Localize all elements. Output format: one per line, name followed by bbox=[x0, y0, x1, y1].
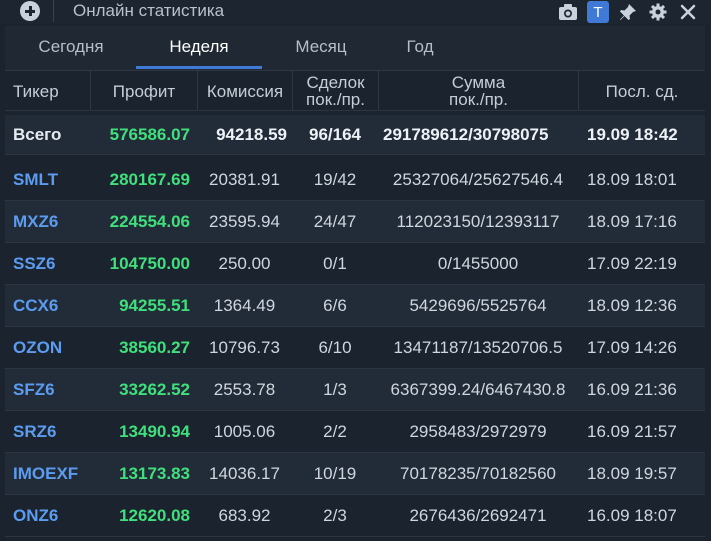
table-row[interactable]: SSZ6 104750.00 250.00 0/1 0/1455000 17.09 22:… bbox=[5, 243, 705, 285]
last-deal-cell: 16.09 21:36 bbox=[587, 380, 677, 399]
header-deals[interactable]: Сделок пок./пр. bbox=[292, 71, 378, 111]
deals-cell: 2/2 bbox=[323, 422, 347, 441]
profit-cell: 576586.07 bbox=[109, 125, 190, 144]
profit-cell: 12620.08 bbox=[119, 506, 190, 525]
profit-cell: 13490.94 bbox=[119, 422, 190, 441]
settings-icon[interactable] bbox=[643, 1, 673, 23]
window-title: Онлайн статистика bbox=[73, 1, 225, 20]
sum-cell: 112023150/12393117 bbox=[396, 212, 560, 231]
t-badge-button[interactable]: T bbox=[587, 1, 609, 23]
ticker-cell: Всего bbox=[13, 125, 62, 144]
sum-cell: 2958483/2972979 bbox=[409, 422, 547, 441]
deals-cell: 10/19 bbox=[313, 464, 357, 483]
pin-icon[interactable] bbox=[613, 1, 643, 23]
last-deal-cell: 17.09 22:19 bbox=[587, 254, 677, 273]
period-tabs: Сегодня Неделя Месяц Год bbox=[5, 26, 705, 71]
deals-cell: 2/3 bbox=[323, 506, 347, 525]
profit-cell: 33262.52 bbox=[119, 380, 190, 399]
ticker-cell: SRZ6 bbox=[13, 422, 57, 441]
header-sum-line2: пок./пр. bbox=[449, 90, 508, 109]
close-icon[interactable] bbox=[673, 1, 703, 23]
header-sum-line1: Сумма bbox=[451, 73, 506, 92]
header-sum[interactable]: Сумма пок./пр. bbox=[378, 71, 578, 111]
last-deal-cell: 18.09 12:36 bbox=[587, 296, 677, 315]
commission-cell: 250.00 bbox=[218, 254, 271, 273]
deals-cell: 6/10 bbox=[318, 338, 352, 357]
stats-table: Тикер Профит Комиссия Сделок пок./пр. Су… bbox=[5, 71, 705, 541]
ticker-cell: MXZ6 bbox=[13, 212, 59, 231]
header-commission[interactable]: Комиссия bbox=[197, 71, 292, 111]
add-icon[interactable] bbox=[20, 1, 40, 21]
deals-cell: 96/164 bbox=[309, 125, 361, 144]
title-bar: Онлайн статистика T bbox=[0, 0, 711, 24]
ticker-cell: SFZ6 bbox=[13, 380, 55, 399]
deals-cell: 0/1 bbox=[323, 254, 347, 273]
profit-cell: 224554.06 bbox=[109, 212, 190, 231]
deals-cell: 19/42 bbox=[313, 170, 357, 189]
tab-month[interactable]: Месяц bbox=[271, 26, 371, 68]
ticker-cell: IMOEXF bbox=[13, 464, 79, 483]
title-divider bbox=[53, 0, 54, 22]
header-deals-line1: Сделок bbox=[306, 73, 365, 92]
stats-window: Онлайн статистика T Сегодня Неделя Месяц… bbox=[0, 0, 711, 541]
commission-cell: 1364.49 bbox=[213, 296, 276, 315]
header-deals-line2: пок./пр. bbox=[306, 90, 365, 109]
table-row[interactable]: SFZ6 33262.52 2553.78 1/3 6367399.24/6467430… bbox=[5, 369, 705, 411]
sum-cell: 5429696/5525764 bbox=[409, 296, 547, 315]
last-deal-cell: 16.09 21:57 bbox=[587, 422, 677, 441]
profit-cell: 280167.69 bbox=[109, 170, 190, 189]
commission-cell: 20381.91 bbox=[209, 170, 280, 189]
ticker-cell: SSZ6 bbox=[13, 254, 56, 273]
commission-cell: 23595.94 bbox=[209, 212, 280, 231]
last-deal-cell: 18.09 18:01 bbox=[587, 170, 677, 189]
deals-cell: 24/47 bbox=[313, 212, 357, 231]
profit-cell: 94255.51 bbox=[119, 296, 190, 315]
sum-cell: 6367399.24/6467430.8 bbox=[390, 380, 566, 399]
sum-cell: 291789612/30798075 bbox=[383, 125, 549, 144]
table-row[interactable]: IMOEXF 13173.83 14036.17 10/19 70178235/7018… bbox=[5, 453, 705, 495]
table-header: Тикер Профит Комиссия Сделок пок./пр. Су… bbox=[5, 71, 705, 111]
header-ticker[interactable]: Тикер bbox=[5, 71, 90, 111]
camera-icon[interactable] bbox=[553, 1, 583, 23]
sum-cell: 0/1455000 bbox=[437, 254, 519, 273]
profit-cell: 13173.83 bbox=[119, 464, 190, 483]
last-deal-cell: 17.09 14:26 bbox=[587, 338, 677, 357]
table-row[interactable]: SRZ6 13490.94 1005.06 2/2 2958483/2972979 16.… bbox=[5, 411, 705, 453]
ticker-cell: CCX6 bbox=[13, 296, 59, 315]
table-row-total[interactable]: Всего 576586.07 94218.59 96/164 29178961… bbox=[5, 115, 705, 155]
table-row[interactable]: SMLT 280167.69 20381.91 19/42 25327064/25627… bbox=[5, 159, 705, 201]
table-row[interactable]: ONZ6 12620.08 683.92 2/3 2676436/2692471 16.0… bbox=[5, 495, 705, 537]
ticker-cell: ONZ6 bbox=[13, 506, 59, 525]
last-deal-cell: 18.09 17:16 bbox=[587, 212, 677, 231]
last-deal-cell: 19.09 18:42 bbox=[587, 125, 678, 144]
tab-year[interactable]: Год bbox=[380, 26, 460, 68]
sum-cell: 70178235/70182560 bbox=[400, 464, 556, 483]
sum-cell: 25327064/25627546.4 bbox=[392, 170, 564, 189]
title-bar-actions: T bbox=[553, 1, 703, 23]
commission-cell: 94218.59 bbox=[216, 125, 287, 144]
deals-cell: 6/6 bbox=[323, 296, 347, 315]
sum-cell: 2676436/2692471 bbox=[409, 506, 547, 525]
commission-cell: 683.92 bbox=[218, 506, 271, 525]
header-profit[interactable]: Профит bbox=[90, 71, 197, 111]
last-deal-cell: 16.09 18:07 bbox=[587, 506, 677, 525]
profit-cell: 38560.27 bbox=[119, 338, 190, 357]
header-last-deal[interactable]: Посл. сд. bbox=[578, 71, 705, 111]
commission-cell: 1005.06 bbox=[213, 422, 276, 441]
table-row[interactable]: CCX6 94255.51 1364.49 6/6 5429696/5525764 18.… bbox=[5, 285, 705, 327]
tab-week[interactable]: Неделя bbox=[136, 26, 262, 69]
sum-cell: 13471187/13520706.5 bbox=[393, 338, 563, 357]
commission-cell: 14036.17 bbox=[209, 464, 280, 483]
tab-today[interactable]: Сегодня bbox=[17, 26, 125, 68]
commission-cell: 10796.73 bbox=[209, 338, 280, 357]
deals-cell: 1/3 bbox=[323, 380, 347, 399]
table-row[interactable]: OZON 38560.27 10796.73 6/10 13471187/1352070… bbox=[5, 327, 705, 369]
commission-cell: 2553.78 bbox=[213, 380, 276, 399]
table-row[interactable]: MXZ6 224554.06 23595.94 24/47 112023150/1239… bbox=[5, 201, 705, 243]
ticker-cell: OZON bbox=[13, 338, 63, 357]
ticker-cell: SMLT bbox=[13, 170, 59, 189]
last-deal-cell: 18.09 19:57 bbox=[587, 464, 677, 483]
profit-cell: 104750.00 bbox=[109, 254, 190, 273]
